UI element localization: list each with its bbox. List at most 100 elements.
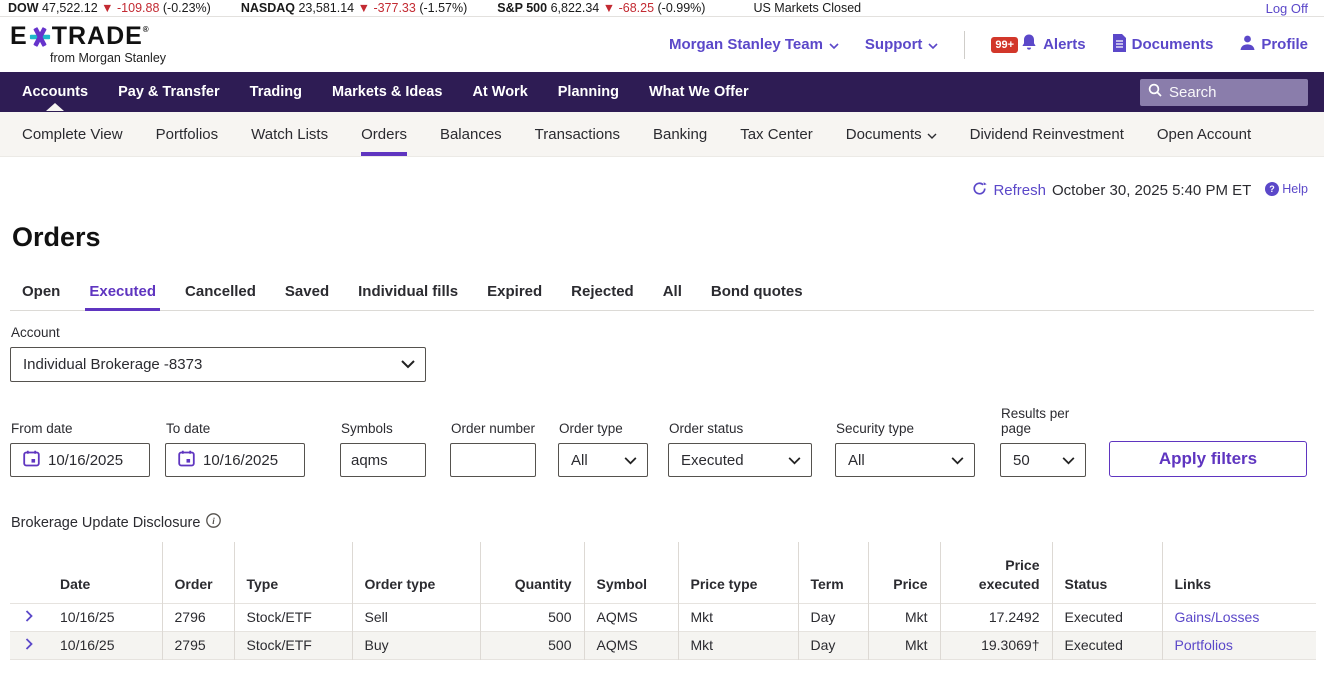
cell-symbol: AQMS [583,603,678,632]
cell-price_executed: 19.3069† [939,631,1052,660]
order-status-select[interactable]: Executed [668,443,812,477]
brokerage-update-disclosure: Brokerage Update Disclosure i [11,513,1314,532]
account-select[interactable]: Individual Brokerage -8373 [10,347,426,382]
info-icon[interactable]: i [206,513,222,532]
search-icon [1148,83,1162,102]
column-header-quantity: Quantity [479,542,584,604]
subnav-item-portfolios[interactable]: Portfolios [156,112,219,156]
global-search[interactable] [1140,78,1308,106]
help-button[interactable]: ? Help [1265,182,1308,199]
down-arrow-icon: ▼ [101,1,114,15]
order-row-2796: 10/16/25 2796 Stock/ETF Sell 500 AQMS Mkt Day Mk… [10,603,1316,632]
ticker-index-dow: DOW 47,522.12 ▼ -109.88 (-0.23%) [8,1,211,15]
filters-row: From date 10/16/2025 To date 10/16/2025 … [10,388,1314,477]
cell-price: Mkt [867,603,940,632]
order-number-input[interactable] [450,443,536,477]
from-date-input[interactable]: 10/16/2025 [10,443,150,477]
tab-rejected[interactable]: Rejected [567,279,638,310]
subnav-item-watch-lists[interactable]: Watch Lists [251,112,328,156]
chevron-down-icon [928,42,938,49]
etrade-logo[interactable]: E TRADE ® from Morgan Stanley [10,22,166,66]
tab-open[interactable]: Open [18,279,64,310]
alerts-button[interactable]: 99+ Alerts [991,33,1086,56]
alerts-count-badge: 99+ [991,36,1019,53]
cell-order: 2796 [161,603,234,632]
chevron-down-icon [1062,452,1075,469]
documents-button[interactable]: Documents [1112,33,1213,56]
down-arrow-icon: ▼ [602,1,616,15]
ticker-index-s-p-500: S&P 500 6,822.34 ▼ -68.25 (-0.99%) [497,1,706,15]
tab-executed[interactable]: Executed [85,279,160,311]
etrade-star-icon [29,26,51,48]
nav-item-at-work[interactable]: At Work [472,73,527,111]
log-off-link[interactable]: Log Off [1266,1,1308,16]
security-type-select[interactable]: All [835,443,975,477]
column-header-date: Date [60,575,91,592]
cell-status: Executed [1051,631,1162,660]
profile-button[interactable]: Profile [1239,34,1308,55]
column-header-price_type: Price type [677,542,798,604]
column-header-term: Term [797,542,868,604]
nav-item-planning[interactable]: Planning [558,73,619,111]
nav-item-accounts[interactable]: Accounts [22,73,88,111]
tab-bond-quotes[interactable]: Bond quotes [707,279,807,310]
cell-order: 2795 [161,631,234,660]
site-header: E TRADE ® from Morgan Stanley Morgan Sta… [0,17,1324,72]
tab-individual-fills[interactable]: Individual fills [354,279,462,310]
header-divider [964,30,966,59]
logo-text-trade: TRADE [51,22,143,50]
refresh-icon [972,181,988,200]
tab-all[interactable]: All [659,279,686,310]
chevron-down-icon [829,42,839,49]
column-header-order: Order [161,542,234,604]
order-type-select[interactable]: All [558,443,648,477]
expand-chevron-icon[interactable] [10,603,48,631]
apply-filters-button[interactable]: Apply filters [1109,441,1307,477]
tab-cancelled[interactable]: Cancelled [181,279,260,310]
support-menu[interactable]: Support [865,36,939,53]
subnav-item-complete-view[interactable]: Complete View [22,112,123,156]
subnav-item-balances[interactable]: Balances [440,112,502,156]
subnav-item-open-account[interactable]: Open Account [1157,112,1251,156]
row-link-portfolios[interactable]: Portfolios [1175,637,1233,653]
page-title: Orders [12,222,101,252]
cell-price_executed: 17.2492 [939,603,1052,632]
subnav-item-tax-center[interactable]: Tax Center [740,112,813,156]
column-header-type: Type [233,542,352,604]
nav-item-markets-ideas[interactable]: Markets & Ideas [332,73,442,111]
orders-table: Date Order Type Order type Quantity Symbol Pri… [10,542,1316,660]
column-header-links: Links [1161,542,1316,604]
orders-tabs: Open Executed Cancelled Saved Individual fil… [10,279,1314,311]
nav-item-what-we-offer[interactable]: What We Offer [649,73,749,111]
tab-expired[interactable]: Expired [483,279,546,310]
nav-item-pay-transfer[interactable]: Pay & Transfer [118,73,220,111]
cell-order_type: Buy [351,631,480,660]
tab-saved[interactable]: Saved [281,279,333,310]
subnav-item-orders[interactable]: Orders [361,112,407,156]
results-per-page-select[interactable]: 50 [1000,443,1086,477]
subnav-item-dividend-reinvestment[interactable]: Dividend Reinvestment [970,112,1124,156]
subnav-item-documents[interactable]: Documents [846,112,937,156]
help-icon: ? [1265,182,1280,199]
to-date-input[interactable]: 10/16/2025 [165,443,305,477]
cell-price_type: Mkt [677,603,798,632]
column-header-expand [10,542,48,603]
expand-chevron-icon[interactable] [10,631,48,659]
cell-quantity: 500 [479,603,584,632]
cell-quantity: 500 [479,631,584,660]
cell-symbol: AQMS [583,631,678,660]
cell-date: 10/16/25 [60,609,115,626]
svg-text:i: i [213,516,216,526]
row-link-gains-losses[interactable]: Gains/Losses [1175,609,1260,625]
subnav-item-banking[interactable]: Banking [653,112,707,156]
bell-icon [1020,33,1038,56]
symbols-input[interactable] [340,443,426,477]
subnav-item-transactions[interactable]: Transactions [535,112,620,156]
search-input[interactable] [1169,83,1289,101]
cell-status: Executed [1051,603,1162,632]
nav-item-trading[interactable]: Trading [250,73,302,111]
refresh-button[interactable]: Refresh [972,181,1046,200]
morgan-stanley-team-menu[interactable]: Morgan Stanley Team [669,36,839,53]
column-header-price_executed: Price executed [939,542,1052,604]
down-arrow-icon: ▼ [357,1,370,15]
